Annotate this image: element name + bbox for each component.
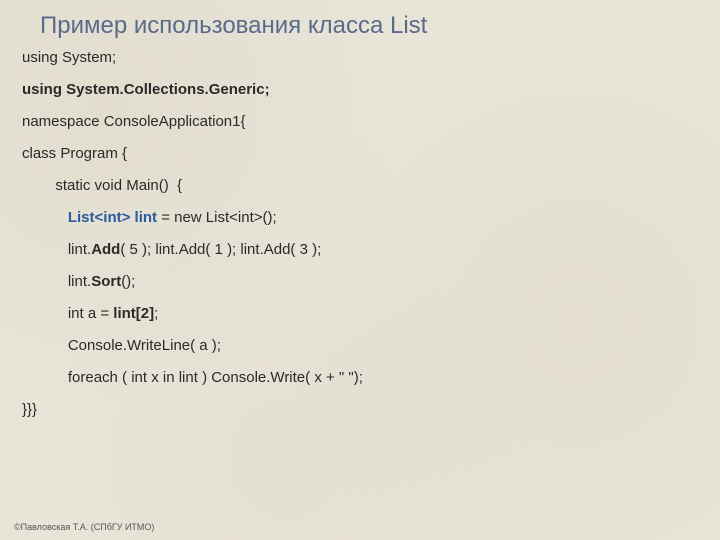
code-line: class Program { <box>22 146 720 161</box>
code-indexer: lint[2] <box>113 305 154 322</box>
code-line: using System.Collections.Generic; <box>22 82 720 97</box>
code-line: using System; <box>22 50 720 65</box>
code-method: Add <box>91 241 120 258</box>
code-text: = new List<int>(); <box>157 209 277 226</box>
code-line: }}} <box>22 402 720 417</box>
code-line: List<int> lint = new List<int>(); <box>22 210 720 225</box>
code-line: foreach ( int x in lint ) Console.Write(… <box>22 370 720 385</box>
code-line: namespace ConsoleApplication1{ <box>22 114 720 129</box>
code-text: ( 5 ); lint.Add( 1 ); lint.Add( 3 ); <box>120 241 321 258</box>
slide-title: Пример использования класса List <box>0 0 720 40</box>
code-text: (); <box>121 273 135 290</box>
code-line: Console.WriteLine( a ); <box>22 338 720 353</box>
code-line: int a = lint[2]; <box>22 306 720 321</box>
code-line: lint.Sort(); <box>22 274 720 289</box>
code-keyword: List<int> lint <box>68 209 157 226</box>
code-text: int a = <box>22 305 113 322</box>
code-method: Sort <box>91 273 121 290</box>
code-text: ; <box>154 305 158 322</box>
code-indent <box>22 209 68 226</box>
code-line: static void Main() { <box>22 178 720 193</box>
code-text: lint. <box>22 241 91 258</box>
code-block: using System; using System.Collections.G… <box>0 40 720 417</box>
footer-copyright: ©Павловская Т.А. (СПбГУ ИТМО) <box>14 522 154 532</box>
code-text: lint. <box>22 273 91 290</box>
code-line: lint.Add( 5 ); lint.Add( 1 ); lint.Add( … <box>22 242 720 257</box>
